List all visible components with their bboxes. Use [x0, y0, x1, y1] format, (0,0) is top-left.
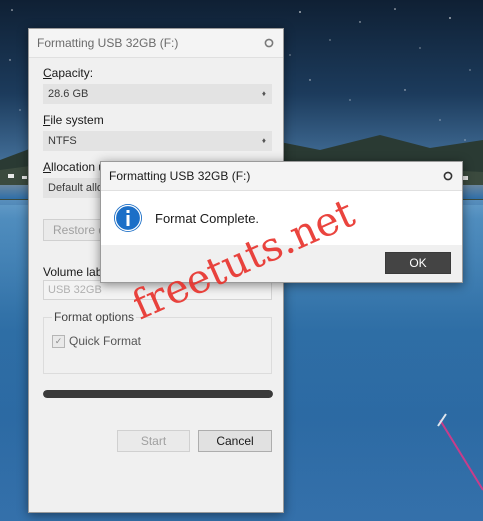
allocation-value: Default allo [48, 182, 104, 194]
capacity-label: Capacity: [43, 66, 94, 80]
file-system-combo[interactable]: NTFS ♦ [43, 131, 272, 151]
cancel-button[interactable]: Cancel [198, 430, 272, 452]
dialog-body: Format Complete. [101, 191, 462, 245]
format-window-titlebar[interactable]: Formatting USB 32GB (F:) [29, 29, 283, 58]
dialog-titlebar[interactable]: Formatting USB 32GB (F:) [101, 162, 462, 191]
checkmark-icon: ✓ [52, 334, 65, 348]
close-icon[interactable] [442, 170, 454, 182]
ok-button[interactable]: OK [385, 252, 451, 274]
format-complete-dialog: Formatting USB 32GB (F:) Format Complete… [100, 161, 463, 283]
quick-format-checkbox[interactable]: ✓ Quick Format [52, 334, 141, 348]
quick-format-label: Quick Format [69, 334, 142, 348]
dialog-footer: OK [101, 245, 462, 282]
format-options-label: Format options [52, 310, 137, 324]
close-icon[interactable] [263, 37, 275, 49]
dropdown-arrow-icon: ♦ [261, 89, 266, 98]
format-options-group: Format options ✓ Quick Format [43, 310, 272, 374]
info-icon [114, 204, 142, 232]
dialog-message: Format Complete. [155, 210, 260, 226]
file-system-label: File system [43, 113, 104, 127]
dropdown-arrow-icon: ♦ [261, 136, 266, 145]
capacity-combo[interactable]: 28.6 GB ♦ [43, 84, 272, 104]
file-system-value: NTFS [48, 135, 77, 147]
format-window-title: Formatting USB 32GB (F:) [37, 36, 179, 50]
capacity-value: 28.6 GB [48, 88, 89, 100]
volume-label-input[interactable]: USB 32GB [43, 280, 272, 300]
dialog-title: Formatting USB 32GB (F:) [109, 169, 251, 183]
start-button[interactable]: Start [117, 430, 190, 452]
format-progress-bar [43, 390, 273, 398]
progress-fill [43, 390, 273, 398]
